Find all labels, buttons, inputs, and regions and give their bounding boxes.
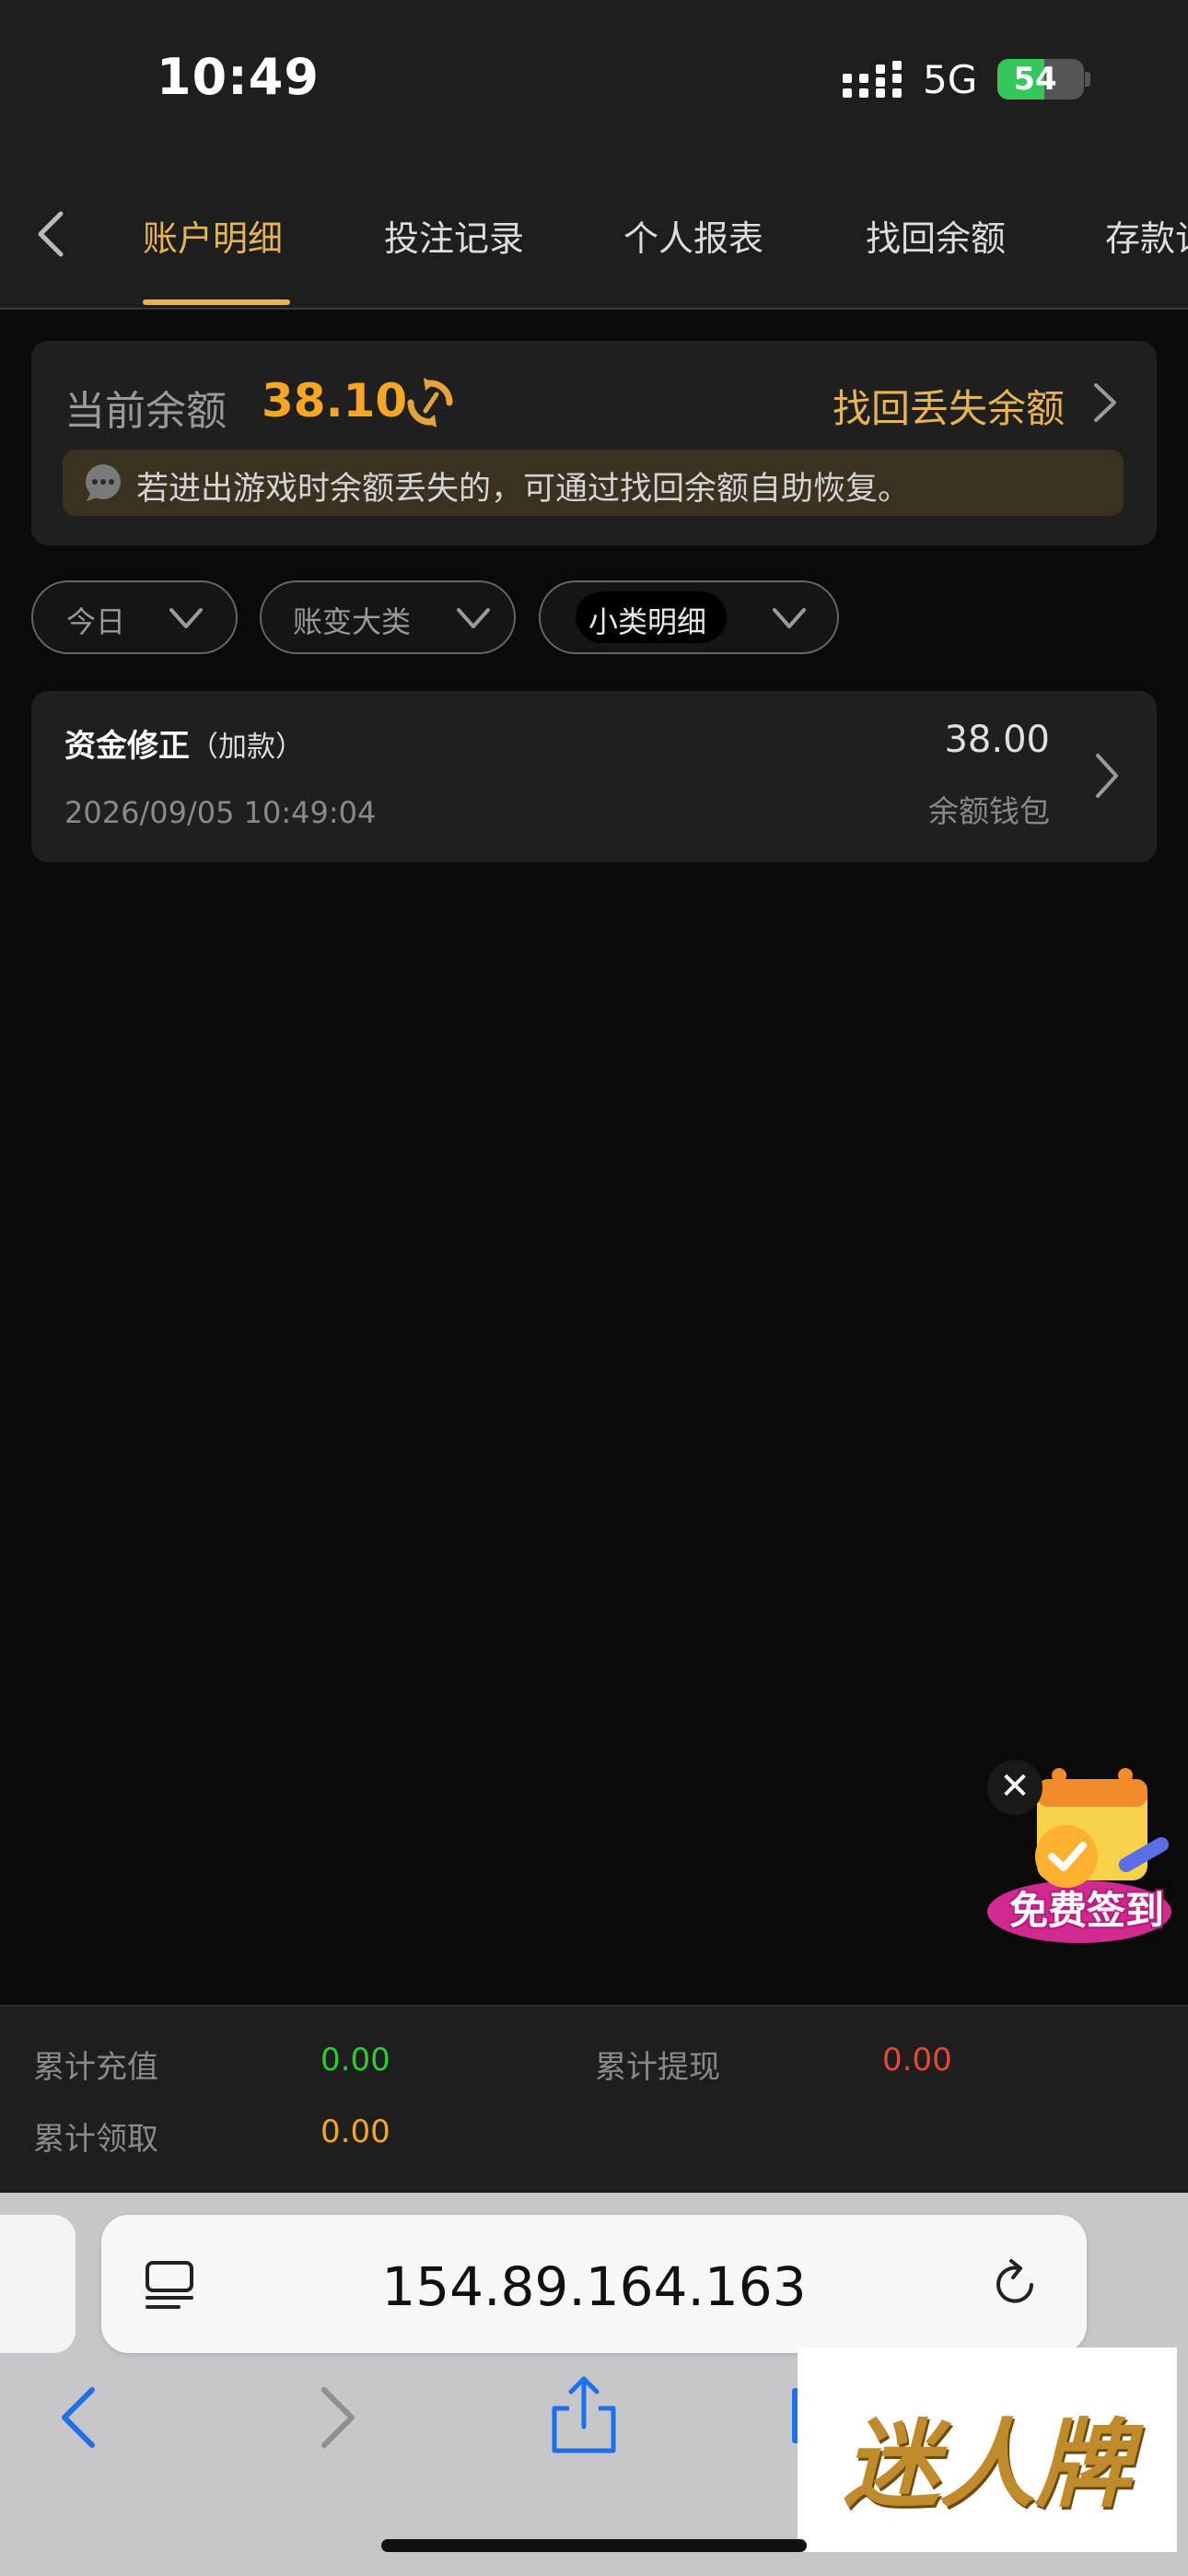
watermark-text: 迷人牌: [843, 2407, 1131, 2521]
battery-icon: 54: [997, 59, 1084, 100]
notice-bar: 若进出游戏时余额丢失的，可通过找回余额自助恢复。: [63, 450, 1124, 516]
tab-personal-report[interactable]: 个人报表: [623, 210, 763, 261]
transaction-title: 资金修正（加款）: [64, 720, 304, 766]
totals-panel: 累计充值 0.00 累计提现 0.00 累计领取 0.00: [0, 2005, 1188, 2195]
share-icon[interactable]: [549, 2373, 619, 2456]
status-time: 10:49: [157, 48, 320, 106]
transaction-type: （加款）: [190, 731, 304, 764]
chevron-right-icon[interactable]: [1089, 380, 1122, 426]
transaction-wallet: 余额钱包: [928, 793, 1050, 829]
major-category-label: 账变大类: [293, 604, 412, 639]
chevron-down-icon: [169, 608, 203, 628]
tab-deposit-records[interactable]: 存款记录: [1105, 210, 1188, 261]
transaction-name: 资金修正: [64, 728, 190, 765]
watermark-logo: 迷人牌: [798, 2348, 1177, 2552]
reload-icon[interactable]: [985, 2255, 1044, 2314]
date-filter-dropdown[interactable]: 今日: [31, 580, 238, 654]
chevron-down-icon: [457, 608, 490, 628]
battery-percent: 54: [1013, 61, 1057, 98]
chevron-down-icon: [773, 608, 806, 628]
transaction-time: 2026/09/05 10:49:04: [64, 795, 377, 830]
back-chevron-icon[interactable]: [28, 206, 74, 262]
chevron-right-icon: [1096, 754, 1118, 798]
active-tab-indicator: [143, 299, 290, 305]
notice-text: 若进出游戏时余额丢失的，可通过找回余额自助恢复。: [136, 471, 911, 508]
previous-tab-preview[interactable]: [0, 2215, 76, 2353]
minor-category-dropdown[interactable]: 小类明细: [539, 580, 839, 654]
balance-card: 当前余额 38.10 找回丢失余额 若进出游戏时余额丢失的，可通过找回余额自助恢…: [31, 341, 1157, 545]
total-claim-label: 累计领取: [33, 2121, 158, 2158]
total-withdraw-value: 0.00: [882, 2042, 952, 2078]
date-filter-label: 今日: [66, 604, 126, 639]
total-recharge-value: 0.00: [320, 2042, 390, 2078]
tab-bet-records[interactable]: 投注记录: [384, 210, 524, 261]
total-claim-value: 0.00: [320, 2113, 390, 2150]
status-bar: 10:49 5G 54: [0, 0, 1188, 157]
address-bar[interactable]: 154.89.164.163: [101, 2215, 1087, 2353]
tab-bar: 账户明细 投注记录 个人报表 找回余额 存款记录: [0, 157, 1188, 310]
total-recharge-label: 累计充值: [33, 2049, 158, 2086]
close-badge-button[interactable]: ✕: [987, 1760, 1042, 1815]
url-text[interactable]: 154.89.164.163: [101, 2255, 1087, 2318]
transaction-amount: 38.00: [944, 719, 1050, 761]
refresh-icon[interactable]: [403, 376, 457, 429]
battery-nub: [1085, 72, 1090, 87]
total-withdraw-label: 累计提现: [595, 2049, 720, 2086]
free-signin-label: 免费签到: [1008, 1888, 1164, 1933]
browser-forward-icon[interactable]: [315, 2384, 361, 2451]
tab-recover-balance[interactable]: 找回余额: [866, 210, 1006, 261]
balance-value: 38.10: [262, 374, 408, 427]
balance-label: 当前余额: [64, 388, 227, 435]
home-indicator: [381, 2539, 807, 2552]
cellular-signal-icon: [843, 61, 902, 98]
minor-category-label: 小类明细: [588, 604, 707, 639]
network-type: 5G: [923, 57, 978, 102]
recover-lost-balance-link[interactable]: 找回丢失余额: [833, 378, 1065, 434]
transaction-row[interactable]: 资金修正（加款） 2026/09/05 10:49:04 38.00 余额钱包: [31, 691, 1157, 862]
chat-bubble-icon: [86, 464, 121, 501]
major-category-dropdown[interactable]: 账变大类: [260, 580, 516, 654]
tab-account-detail[interactable]: 账户明细: [143, 210, 283, 261]
browser-back-icon[interactable]: [55, 2384, 101, 2451]
